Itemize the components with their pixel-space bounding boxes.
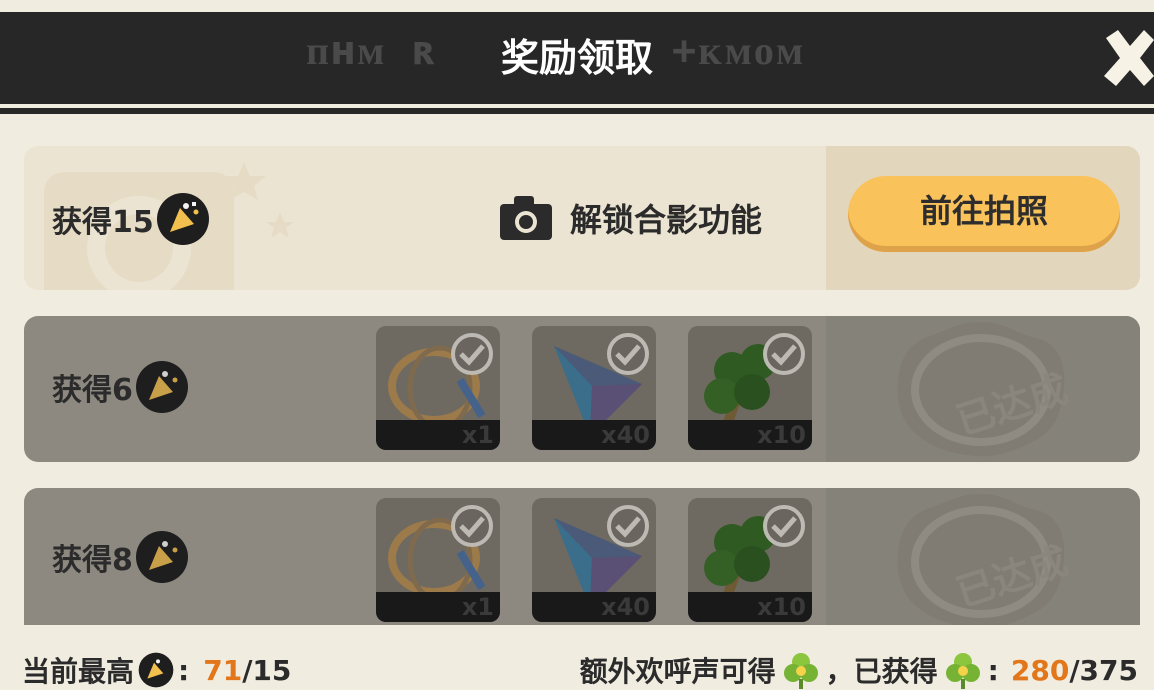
obtained-label: ，已获得 <box>825 655 938 688</box>
clover-icon <box>783 653 818 689</box>
obtained-value: 280 <box>1010 653 1070 687</box>
check-icon <box>763 333 805 375</box>
header-divider <box>0 108 1154 114</box>
page-title: 奖励领取 <box>500 36 653 80</box>
unlock-feature: 解锁合影功能 <box>500 192 762 244</box>
item-quantity: x10 <box>757 421 806 449</box>
check-icon <box>763 505 805 547</box>
go-take-photo-button[interactable]: 前往拍照 <box>848 176 1120 252</box>
extra-cheers-label: 额外欢呼声可得 <box>579 655 776 688</box>
item-quantity: x10 <box>757 593 806 621</box>
item-quantity: x40 <box>601 421 650 449</box>
top-strip <box>0 0 1154 12</box>
extra-cheers: 额外欢呼声可得 ，已获得 : 280 /375 <box>580 650 1138 690</box>
close-icon <box>1104 30 1154 86</box>
reward-row-achieved: 获得8 x1 x40 x10 已达成 <box>24 488 1140 625</box>
unlock-text: 解锁合影功能 <box>570 201 763 239</box>
colon: : <box>178 653 190 687</box>
reward-item[interactable]: x10 <box>688 498 812 622</box>
reward-row-photo: 获得15 解锁合影功能 前往拍照 <box>24 146 1140 290</box>
reward-item[interactable]: x1 <box>376 498 500 622</box>
party-popper-icon <box>138 652 174 688</box>
condition-text: 获得8 <box>52 543 133 578</box>
reward-item[interactable]: x40 <box>532 326 656 450</box>
reward-item[interactable]: x1 <box>376 326 500 450</box>
check-icon <box>451 505 493 547</box>
reward-condition-label: 获得6 <box>52 360 189 414</box>
reward-item[interactable]: x10 <box>688 326 812 450</box>
check-icon <box>607 505 649 547</box>
current-highest-label: 当前最高 <box>22 655 135 688</box>
party-popper-icon <box>156 193 209 245</box>
item-quantity: x1 <box>461 593 494 621</box>
party-popper-icon <box>135 361 188 413</box>
current-highest: 当前最高 : 71 /15 <box>22 650 291 690</box>
condition-text: 获得15 <box>52 205 154 240</box>
item-quantity: x1 <box>461 421 494 449</box>
reward-row-achieved: 获得6 x1 x40 x10 已达成 <box>24 316 1140 462</box>
reward-item[interactable]: x40 <box>532 498 656 622</box>
check-icon <box>607 333 649 375</box>
party-popper-icon <box>135 531 188 583</box>
condition-text: 获得6 <box>52 373 133 408</box>
reward-condition-label: 获得8 <box>52 530 189 584</box>
current-highest-total: /15 <box>242 653 292 687</box>
camera-icon <box>500 196 552 240</box>
footer-bar: 当前最高 : 71 /15 额外欢呼声可得 ，已获得 : 280 /375 <box>0 650 1154 690</box>
colon: : <box>987 653 999 687</box>
check-icon <box>451 333 493 375</box>
obtained-total: /375 <box>1069 653 1138 687</box>
clover-icon <box>945 653 980 689</box>
close-button[interactable] <box>1100 28 1154 88</box>
reward-condition-label: 获得15 <box>52 192 210 246</box>
item-quantity: x40 <box>601 593 650 621</box>
current-highest-value: 71 <box>203 653 243 687</box>
